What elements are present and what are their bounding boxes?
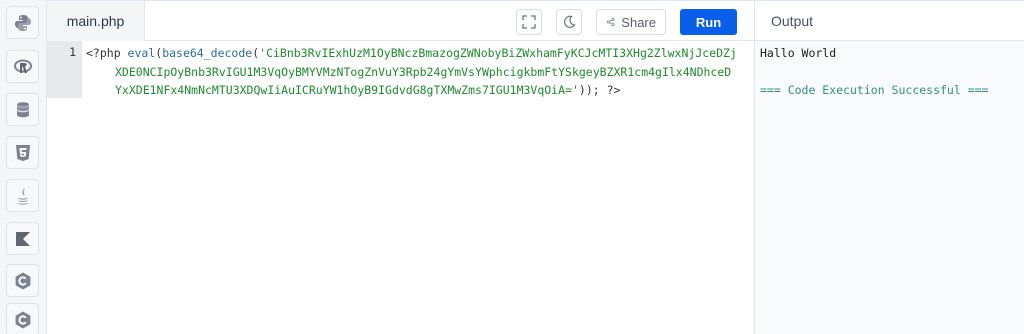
output-line-blank (760, 63, 1024, 82)
language-java-button[interactable] (6, 179, 39, 212)
language-html-button[interactable] (6, 136, 39, 169)
output-panel: Hallo World === Code Execution Successfu… (754, 41, 1024, 334)
file-tab-main-php[interactable]: main.php (47, 1, 145, 41)
cpp-icon (15, 311, 30, 328)
share-icon (606, 17, 615, 27)
language-kotlin-button[interactable] (6, 222, 39, 255)
language-sql-button[interactable] (6, 93, 39, 126)
language-c-button[interactable] (6, 264, 39, 297)
top-toolbar: main.php Share Run Output (47, 0, 1024, 41)
share-label: Share (621, 14, 656, 30)
php-open-tag: <?php (86, 46, 128, 60)
base64-decode-call: base64_decode (162, 46, 253, 60)
fullscreen-button[interactable] (516, 9, 542, 35)
string-literal-part-1: 'CiBnb3RvIExhUzM1OyBNczBmazogZWNobyBiZWx… (259, 46, 737, 60)
kotlin-icon (15, 231, 30, 246)
language-r-button[interactable] (6, 50, 39, 83)
share-button[interactable]: Share (596, 9, 666, 35)
output-line: Hallo World (760, 46, 837, 60)
code-line-wrap: YxXDE1NFx4NmNcMTU3XDQwIiAuICRuYW1hOyB9IG… (86, 81, 752, 100)
code-line-wrap: XDE0NCIpOyBnb3RvIGU1M3VqOyBMYVMzNTogZnVu… (86, 63, 752, 82)
php-close: )); ?> (578, 83, 621, 97)
execution-status: === Code Execution Successful === (760, 83, 989, 97)
run-button[interactable]: Run (680, 9, 737, 35)
fullscreen-icon (522, 15, 536, 29)
python-icon (14, 14, 31, 31)
code-content[interactable]: <?php eval(base64_decode('CiBnb3RvIExhUz… (86, 44, 752, 100)
code-editor[interactable]: 1 <?php eval(base64_decode('CiBnb3RvIExh… (47, 41, 754, 334)
java-icon (16, 187, 29, 204)
moon-icon (564, 15, 576, 28)
output-title: Output (754, 1, 1024, 41)
line-gutter: 1 (47, 41, 82, 98)
html5-icon (15, 144, 30, 161)
sql-icon (16, 101, 29, 117)
code-line: <?php eval(base64_decode('CiBnb3RvIExhUz… (86, 44, 752, 63)
language-python-button[interactable] (6, 6, 39, 39)
c-icon (15, 272, 30, 289)
string-literal-part-3: YxXDE1NFx4NmNcMTU3XDQwIiAuICRuYW1hOyB9IG… (115, 83, 579, 97)
theme-toggle-button[interactable] (556, 9, 582, 35)
language-sidebar (0, 0, 47, 334)
r-icon (13, 59, 32, 73)
string-literal-part-2: XDE0NCIpOyBnb3RvIGU1M3VqOyBMYVMzNTogZnVu… (115, 64, 732, 79)
line-number: 1 (69, 45, 76, 59)
language-cpp-button[interactable] (6, 303, 39, 334)
eval-call: eval (127, 46, 156, 60)
